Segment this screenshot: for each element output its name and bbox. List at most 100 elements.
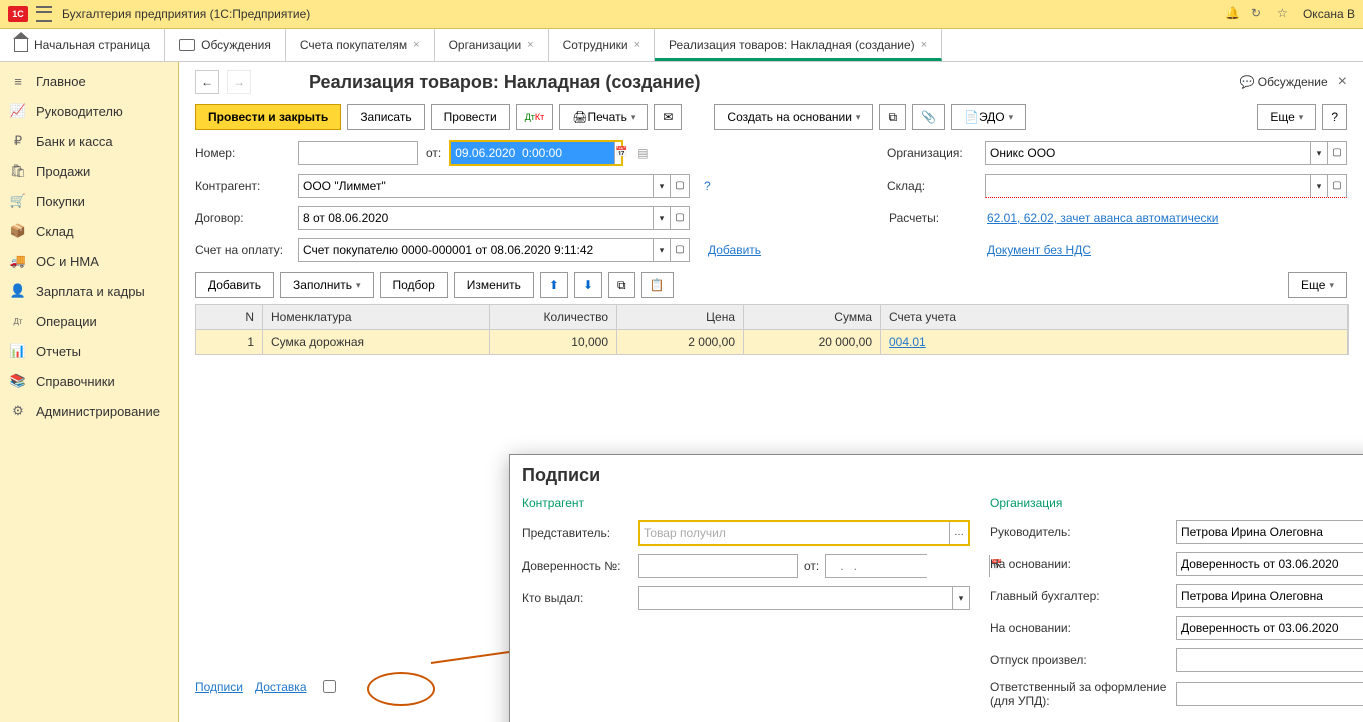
edo-button[interactable]: 📄 ЭДО <box>951 104 1026 130</box>
dogovor-label: Договор: <box>195 211 290 225</box>
close-icon[interactable]: × <box>527 39 533 51</box>
close-icon[interactable]: × <box>921 39 927 51</box>
structure-button[interactable]: ⧉ <box>879 104 906 130</box>
dt-kt-icon: Дт <box>10 313 26 329</box>
nav-back-button[interactable]: ← <box>195 70 219 94</box>
tab-employees[interactable]: Сотрудники× <box>549 29 655 61</box>
doc-no-vat-link[interactable]: Документ без НДС <box>987 243 1347 257</box>
close-page-icon[interactable]: × <box>1338 73 1347 91</box>
more-button[interactable]: Еще <box>1257 104 1316 130</box>
print-button[interactable]: 🖨 Печать <box>559 104 648 130</box>
move-down-button[interactable]: ⬇ <box>574 272 602 298</box>
tab-invoices[interactable]: Счета покупателям× <box>286 29 435 61</box>
home-icon <box>14 39 28 52</box>
attach-button[interactable]: 📎 <box>912 104 945 130</box>
table-add-button[interactable]: Добавить <box>195 272 274 298</box>
star-icon[interactable]: ☆ <box>1277 6 1293 22</box>
sidebar-item-admin[interactable]: ⚙Администрирование <box>0 396 178 426</box>
post-close-button[interactable]: Провести и закрыть <box>195 104 341 130</box>
sidebar-item-warehouse[interactable]: 📦Склад <box>0 216 178 246</box>
sidebar-item-bank[interactable]: ₽Банк и касса <box>0 126 178 156</box>
chat-icon <box>179 39 195 51</box>
tab-discussions[interactable]: Обсуждения <box>165 29 286 61</box>
post-button[interactable]: Провести <box>431 104 510 130</box>
books-icon: 📚 <box>10 373 26 389</box>
invoice-combo[interactable]: ▾▢ <box>298 238 690 262</box>
rep-input[interactable]: … <box>638 520 970 546</box>
sidebar-item-hr[interactable]: 👤Зарплата и кадры <box>0 276 178 306</box>
signatures-link[interactable]: Подписи <box>195 680 243 694</box>
account-link[interactable]: 004.01 <box>889 335 926 349</box>
bell-icon[interactable]: 🔔 <box>1225 6 1241 22</box>
delivery-link[interactable]: Доставка <box>255 680 307 694</box>
table-select-button[interactable]: Подбор <box>380 272 448 298</box>
tab-organizations[interactable]: Организации× <box>435 29 549 61</box>
table-row[interactable]: 1 Сумка дорожная 10,000 2 000,00 20 000,… <box>196 330 1348 354</box>
close-icon[interactable]: × <box>634 39 640 51</box>
sidebar-item-refs[interactable]: 📚Справочники <box>0 366 178 396</box>
tab-home[interactable]: Начальная страница <box>0 29 165 61</box>
sidebar-item-manager[interactable]: 📈Руководителю <box>0 96 178 126</box>
contragent-combo[interactable]: ▾▢ <box>298 174 690 198</box>
raschety-link[interactable]: 62.01, 62.02, зачет аванса автоматически <box>987 211 1347 225</box>
history-icon[interactable]: ↻ <box>1251 6 1267 22</box>
schedule-icon[interactable]: ▤ <box>637 146 648 160</box>
table-more-button[interactable]: Еще <box>1288 272 1347 298</box>
close-icon[interactable]: × <box>413 39 419 51</box>
calendar-icon[interactable]: 📅 <box>614 142 627 164</box>
dov-number-input[interactable] <box>638 554 798 578</box>
tabs-bar: Начальная страница Обсуждения Счета поку… <box>0 29 1363 62</box>
sklad-combo[interactable]: ▾▢ <box>985 174 1347 198</box>
org-heading: Организация <box>990 496 1363 510</box>
user-name[interactable]: Оксана В <box>1303 7 1355 21</box>
dogovor-combo[interactable]: ▾▢ <box>298 206 690 230</box>
email-button[interactable]: ✉ <box>654 104 682 130</box>
col-nom: Номенклатура <box>263 305 490 329</box>
logo-1c: 1C <box>8 6 28 22</box>
dt-kt-button[interactable]: ДтКт <box>516 104 554 130</box>
nav-forward-button[interactable]: → <box>227 70 251 94</box>
chart-icon: 📈 <box>10 103 26 119</box>
delivery-checkbox[interactable] <box>323 680 336 693</box>
gear-icon: ⚙ <box>10 403 26 419</box>
ruk-combo[interactable]: ▾▢ <box>1176 520 1363 544</box>
number-input[interactable] <box>298 141 418 165</box>
add-invoice-link[interactable]: Добавить <box>708 243 761 257</box>
glbuh-combo[interactable]: ▾▢ <box>1176 584 1363 608</box>
issued-combo[interactable]: ▾ <box>638 586 970 610</box>
date-input[interactable]: 📅 <box>449 140 623 166</box>
otpusk-combo[interactable]: ▾▢ <box>1176 648 1363 672</box>
copy-button[interactable]: ⧉ <box>608 272 635 298</box>
table-change-button[interactable]: Изменить <box>454 272 534 298</box>
sidebar-item-operations[interactable]: ДтОперации <box>0 306 178 336</box>
sidebar-item-main[interactable]: ≡Главное <box>0 66 178 96</box>
title-bar: 1C Бухгалтерия предприятия (1С:Предприят… <box>0 0 1363 29</box>
create-based-button[interactable]: Создать на основании <box>714 104 873 130</box>
truck-icon: 🚚 <box>10 253 26 269</box>
otpusk-label: Отпуск произвел: <box>990 653 1170 667</box>
dialog-title: Подписи <box>522 465 1363 486</box>
from-label: от: <box>426 146 441 160</box>
resp-combo[interactable]: ▾▢ <box>1176 682 1363 706</box>
paste-button[interactable]: 📋 <box>641 272 674 298</box>
menu-icon: ≡ <box>10 73 26 89</box>
contragent-help[interactable]: ? <box>704 179 711 193</box>
osn2-combo[interactable]: ▾▢ <box>1176 616 1363 640</box>
sidebar-item-assets[interactable]: 🚚ОС и НМА <box>0 246 178 276</box>
help-button[interactable]: ? <box>1322 104 1347 130</box>
dov-date-input[interactable]: 📅 <box>825 554 927 578</box>
sidebar-item-purchases[interactable]: 🛒Покупки <box>0 186 178 216</box>
sidebar-item-reports[interactable]: 📊Отчеты <box>0 336 178 366</box>
discussion-link[interactable]: 💬 Обсуждение <box>1239 75 1327 89</box>
save-button[interactable]: Записать <box>347 104 424 130</box>
sidebar-item-sales[interactable]: 🛍Продажи <box>0 156 178 186</box>
col-acc: Счета учета <box>881 305 1348 329</box>
sklad-label: Склад: <box>887 179 977 193</box>
osn-combo[interactable]: ▾▢ <box>1176 552 1363 576</box>
move-up-button[interactable]: ⬆ <box>540 272 568 298</box>
page-title: Реализация товаров: Накладная (создание) <box>309 72 700 93</box>
org-combo[interactable]: ▾▢ <box>985 141 1347 165</box>
table-fill-button[interactable]: Заполнить <box>280 272 373 298</box>
tab-realization[interactable]: Реализация товаров: Накладная (создание)… <box>655 29 942 61</box>
hamburger-icon[interactable] <box>36 6 52 22</box>
